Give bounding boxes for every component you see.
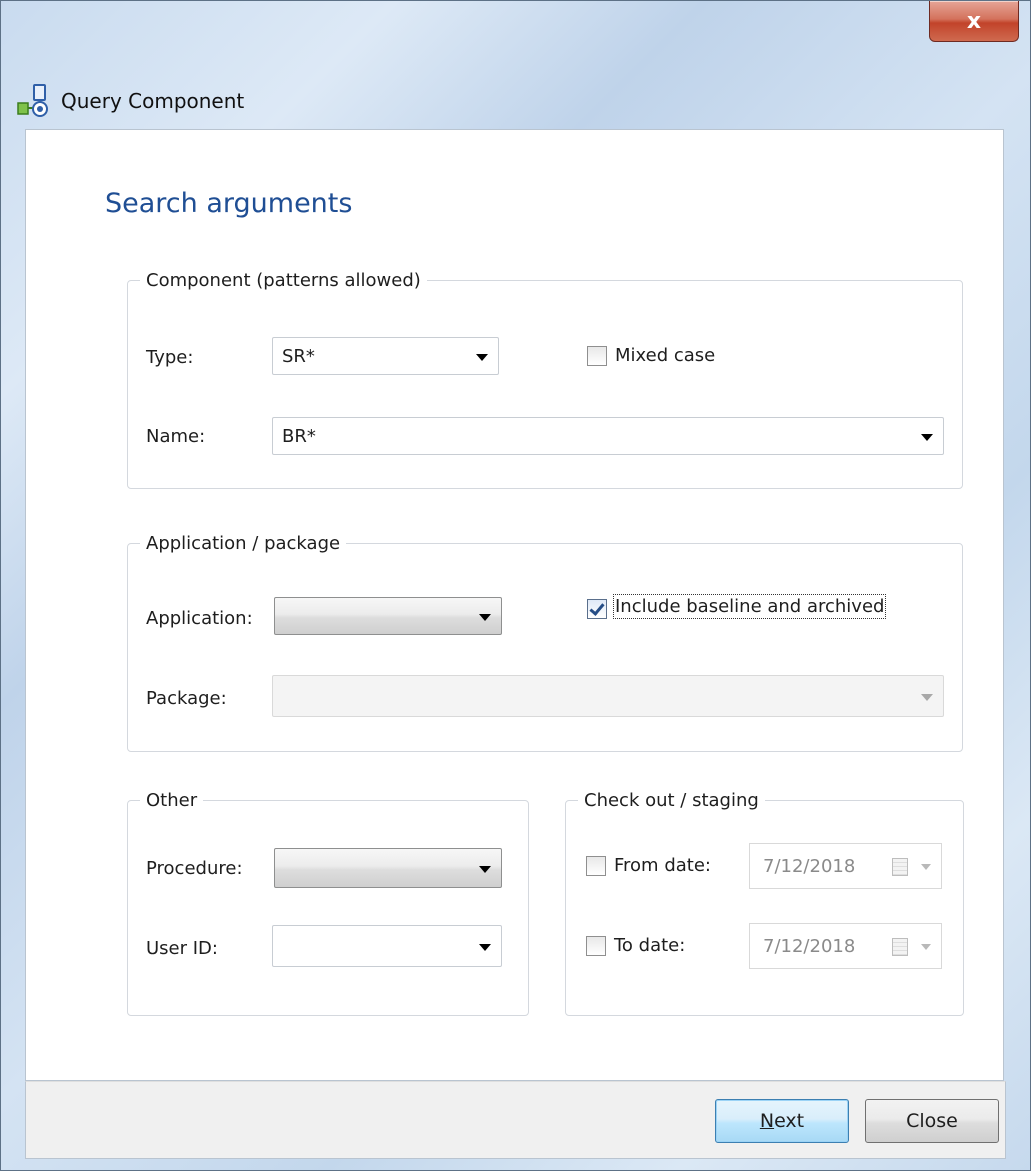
query-component-icon — [17, 84, 48, 117]
procedure-dropdown[interactable] — [274, 848, 502, 888]
chevron-down-icon[interactable] — [479, 866, 491, 873]
application-package-group: Application / package — [127, 533, 963, 752]
from-date-checkbox[interactable] — [586, 856, 606, 876]
application-label: Application: — [146, 608, 253, 629]
procedure-label: Procedure: — [146, 858, 243, 879]
component-group: Component (patterns allowed) — [127, 270, 963, 489]
next-button[interactable]: Next — [715, 1099, 849, 1143]
package-label: Package: — [146, 688, 227, 709]
user-id-label: User ID: — [146, 938, 218, 959]
from-date-value: 7/12/2018 — [763, 856, 856, 877]
chevron-down-icon[interactable] — [479, 944, 491, 951]
include-baseline-checkbox[interactable] — [587, 599, 607, 619]
to-date-value: 7/12/2018 — [763, 936, 856, 957]
chevron-down-icon[interactable] — [921, 694, 933, 701]
package-combobox[interactable] — [272, 675, 944, 717]
chevron-down-icon[interactable] — [921, 864, 931, 870]
to-date-label[interactable]: To date: — [614, 935, 685, 956]
chevron-down-icon[interactable] — [921, 944, 931, 950]
user-id-combobox[interactable] — [272, 925, 502, 967]
title-bar: Query Component — [15, 83, 244, 119]
close-button[interactable]: Close — [865, 1099, 999, 1143]
query-component-window: x Query Component Search arguments Compo… — [0, 0, 1031, 1171]
close-icon: x — [966, 8, 982, 34]
type-combobox[interactable]: SR* — [272, 337, 499, 375]
chevron-down-icon[interactable] — [479, 614, 491, 621]
to-date-checkbox[interactable] — [586, 936, 606, 956]
from-date-picker[interactable]: 7/12/2018 — [749, 843, 942, 889]
application-dropdown[interactable] — [274, 597, 502, 635]
mixed-case-checkbox[interactable] — [587, 346, 607, 366]
component-group-legend: Component (patterns allowed) — [146, 270, 421, 291]
checkout-staging-group: Check out / staging — [565, 790, 964, 1016]
include-baseline-label[interactable]: Include baseline and archived — [612, 594, 887, 619]
chevron-down-icon[interactable] — [921, 434, 933, 441]
name-combobox[interactable]: BR* — [272, 417, 944, 455]
name-label: Name: — [146, 426, 206, 447]
to-date-picker[interactable]: 7/12/2018 — [749, 923, 942, 969]
window-close-button[interactable]: x — [929, 1, 1019, 42]
calendar-icon[interactable] — [892, 938, 908, 956]
window-title: Query Component — [61, 89, 245, 113]
other-group: Other — [127, 790, 529, 1016]
mixed-case-label[interactable]: Mixed case — [615, 345, 715, 366]
dialog-content: Search arguments Component (patterns all… — [25, 129, 1004, 1081]
from-date-label[interactable]: From date: — [614, 855, 711, 876]
other-group-legend: Other — [146, 790, 198, 811]
checkout-group-legend: Check out / staging — [584, 790, 759, 811]
page-title: Search arguments — [105, 188, 353, 219]
application-group-legend: Application / package — [146, 533, 341, 554]
type-label: Type: — [146, 347, 194, 368]
calendar-icon[interactable] — [892, 858, 908, 876]
chevron-down-icon[interactable] — [476, 354, 488, 361]
name-value: BR* — [282, 426, 316, 447]
type-value: SR* — [282, 346, 315, 367]
button-bar: Next Close — [25, 1081, 1006, 1159]
next-label: ext — [774, 1110, 805, 1132]
next-mnemonic: N — [759, 1110, 775, 1132]
